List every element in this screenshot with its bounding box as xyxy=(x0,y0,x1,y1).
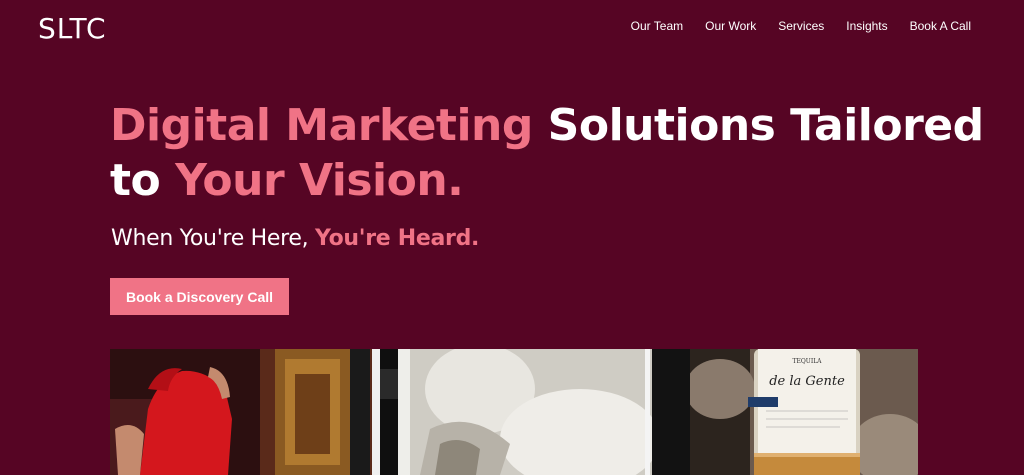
main-nav: Our Team Our Work Services Insights Book… xyxy=(631,19,971,33)
hero-title-highlight: Digital Marketing xyxy=(110,100,533,151)
tagline-highlight: You're Heard. xyxy=(315,226,480,251)
gallery-tile-tequila: TEQUILA de la Gente xyxy=(690,349,918,475)
book-discovery-call-button[interactable]: Book a Discovery Call xyxy=(110,278,289,315)
hero-tagline: When You're Here, You're Heard. xyxy=(111,226,479,251)
nav-insights[interactable]: Insights xyxy=(846,19,887,33)
gallery-tile-white-shirt xyxy=(380,349,690,475)
gallery-tile-red-dress xyxy=(110,349,380,475)
nav-our-team[interactable]: Our Team xyxy=(631,19,683,33)
tequila-de-la-gente-bottle-photo: TEQUILA de la Gente xyxy=(690,349,918,475)
nav-services[interactable]: Services xyxy=(778,19,824,33)
nav-book-a-call[interactable]: Book A Call xyxy=(910,19,971,33)
hero-title: Digital Marketing Solutions Tailored to … xyxy=(110,98,990,208)
bottle-label: de la Gente xyxy=(769,374,845,389)
hero-title-end: Your Vision. xyxy=(175,155,464,206)
woman-in-red-dress-photo xyxy=(110,349,380,475)
nav-our-work[interactable]: Our Work xyxy=(705,19,756,33)
tagline-start: When You're Here, xyxy=(111,226,315,251)
white-shirt-blurred-photo xyxy=(380,349,690,475)
brand-logo[interactable]: SLTC xyxy=(38,12,107,45)
bottle-sublabel: TEQUILA xyxy=(792,358,822,365)
image-gallery: TEQUILA de la Gente xyxy=(110,349,918,475)
